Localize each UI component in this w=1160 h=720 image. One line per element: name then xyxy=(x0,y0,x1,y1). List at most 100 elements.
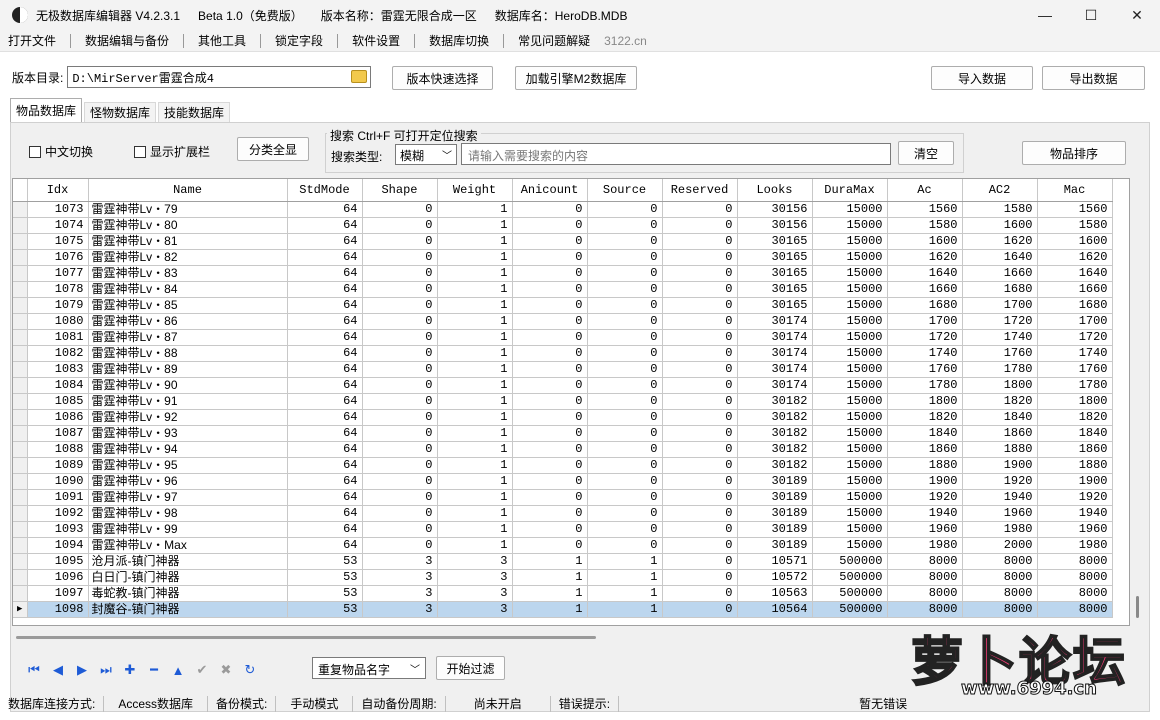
cell-source[interactable]: 0 xyxy=(587,425,663,442)
cell-duramax[interactable]: 15000 xyxy=(812,537,888,554)
cell-anicount[interactable]: 0 xyxy=(512,377,588,394)
cell-shape[interactable]: 3 xyxy=(362,553,438,570)
cell-ac2[interactable]: 8000 xyxy=(962,601,1038,618)
cell-duramax[interactable]: 500000 xyxy=(812,601,888,618)
row-indicator[interactable] xyxy=(13,425,28,442)
cell-idx[interactable]: 1084 xyxy=(27,377,89,394)
table-row[interactable]: 1092 雷霆神带Lv・98 64 0 1 0 0 0 30189 15000 1940 1960 19… xyxy=(13,505,1113,522)
cell-idx[interactable]: 1079 xyxy=(27,297,89,314)
table-row[interactable]: 1083 雷霆神带Lv・89 64 0 1 0 0 0 30174 15000 1760 1780 17… xyxy=(13,361,1113,378)
cell-shape[interactable]: 0 xyxy=(362,473,438,490)
col-header-duramax[interactable]: DuraMax xyxy=(812,179,888,202)
cell-looks[interactable]: 30165 xyxy=(737,297,813,314)
cell-looks[interactable]: 10563 xyxy=(737,585,813,602)
cell-stdmode[interactable]: 64 xyxy=(287,297,363,314)
table-row[interactable]: 1093 雷霆神带Lv・99 64 0 1 0 0 0 30189 15000 1960 1980 19… xyxy=(13,521,1113,538)
cell-weight[interactable]: 1 xyxy=(437,217,513,234)
cell-shape[interactable]: 0 xyxy=(362,521,438,538)
cell-mac[interactable]: 1740 xyxy=(1037,345,1113,362)
row-indicator[interactable] xyxy=(13,585,28,602)
cell-reserved[interactable]: 0 xyxy=(662,425,738,442)
cell-anicount[interactable]: 0 xyxy=(512,297,588,314)
cell-shape[interactable]: 3 xyxy=(362,585,438,602)
cell-idx[interactable]: 1076 xyxy=(27,249,89,266)
cell-idx[interactable]: 1080 xyxy=(27,313,89,330)
col-header-mac[interactable]: Mac xyxy=(1037,179,1113,202)
cell-ac[interactable]: 1880 xyxy=(887,457,963,474)
table-row[interactable]: 1076 雷霆神带Lv・82 64 0 1 0 0 0 30165 15000 1620 1640 16… xyxy=(13,249,1113,266)
cell-reserved[interactable]: 0 xyxy=(662,489,738,506)
cell-stdmode[interactable]: 64 xyxy=(287,457,363,474)
cell-stdmode[interactable]: 64 xyxy=(287,425,363,442)
cell-anicount[interactable]: 0 xyxy=(512,201,588,218)
cell-source[interactable]: 0 xyxy=(587,473,663,490)
cell-ac2[interactable]: 8000 xyxy=(962,553,1038,570)
cell-looks[interactable]: 30165 xyxy=(737,265,813,282)
cell-reserved[interactable]: 0 xyxy=(662,601,738,618)
table-row[interactable]: 1095 沧月派-镇门神器 53 3 3 1 1 0 10571 500000 8000 8000 80… xyxy=(13,553,1113,570)
cell-anicount[interactable]: 0 xyxy=(512,217,588,234)
cell-reserved[interactable]: 0 xyxy=(662,585,738,602)
cell-anicount[interactable]: 0 xyxy=(512,393,588,410)
cell-source[interactable]: 0 xyxy=(587,521,663,538)
cell-weight[interactable]: 1 xyxy=(437,249,513,266)
import-data-button[interactable]: 导入数据 xyxy=(931,66,1033,90)
version-dir-field[interactable]: D:\MirServer雷霆合成4 xyxy=(67,66,372,88)
cell-ac2[interactable]: 8000 xyxy=(962,585,1038,602)
cell-reserved[interactable]: 0 xyxy=(662,393,738,410)
cell-source[interactable]: 0 xyxy=(587,217,663,234)
cell-weight[interactable]: 1 xyxy=(437,521,513,538)
current-row-pointer-icon[interactable]: ▶ xyxy=(13,601,28,618)
cell-reserved[interactable]: 0 xyxy=(662,265,738,282)
cell-reserved[interactable]: 0 xyxy=(662,377,738,394)
cell-looks[interactable]: 30189 xyxy=(737,489,813,506)
duplicate-filter-select[interactable]: 重复物品名字 ﹀ xyxy=(312,657,426,679)
cell-ac[interactable]: 1940 xyxy=(887,505,963,522)
cell-looks[interactable]: 30174 xyxy=(737,345,813,362)
cell-name[interactable]: 雷霆神带Lv・93 xyxy=(88,425,288,442)
cell-weight[interactable]: 3 xyxy=(437,601,513,618)
cell-shape[interactable]: 0 xyxy=(362,281,438,298)
cell-idx[interactable]: 1073 xyxy=(27,201,89,218)
cell-name[interactable]: 雷霆神带Lv・86 xyxy=(88,313,288,330)
cell-duramax[interactable]: 15000 xyxy=(812,217,888,234)
cell-weight[interactable]: 1 xyxy=(437,361,513,378)
col-header-weight[interactable]: Weight xyxy=(437,179,513,202)
cell-name[interactable]: 雷霆神带Lv・89 xyxy=(88,361,288,378)
cell-looks[interactable]: 30182 xyxy=(737,409,813,426)
cell-weight[interactable]: 3 xyxy=(437,569,513,586)
cell-ac[interactable]: 1680 xyxy=(887,297,963,314)
cell-idx[interactable]: 1083 xyxy=(27,361,89,378)
cell-source[interactable]: 0 xyxy=(587,249,663,266)
cell-mac[interactable]: 1800 xyxy=(1037,393,1113,410)
cell-anicount[interactable]: 0 xyxy=(512,441,588,458)
cell-ac[interactable]: 1920 xyxy=(887,489,963,506)
cell-ac2[interactable]: 1820 xyxy=(962,393,1038,410)
cell-idx[interactable]: 1098 xyxy=(27,601,89,618)
cell-shape[interactable]: 3 xyxy=(362,569,438,586)
export-data-button[interactable]: 导出数据 xyxy=(1042,66,1145,90)
table-row[interactable]: 1079 雷霆神带Lv・85 64 0 1 0 0 0 30165 15000 1680 1700 16… xyxy=(13,297,1113,314)
cell-ac[interactable]: 1620 xyxy=(887,249,963,266)
cell-duramax[interactable]: 15000 xyxy=(812,521,888,538)
cell-duramax[interactable]: 15000 xyxy=(812,233,888,250)
cell-weight[interactable]: 1 xyxy=(437,537,513,554)
table-row[interactable]: 1097 毒蛇教-镇门神器 53 3 3 1 1 0 10563 500000 8000 8000 80… xyxy=(13,585,1113,602)
delete-record-icon[interactable]: ━ xyxy=(142,660,166,680)
search-input[interactable]: 请输入需要搜索的内容 xyxy=(461,143,891,165)
cell-name[interactable]: 封魔谷-镇门神器 xyxy=(88,601,288,618)
col-header-shape[interactable]: Shape xyxy=(362,179,438,202)
menu-db-switch[interactable]: 数据库切换 xyxy=(421,32,497,50)
cell-shape[interactable]: 0 xyxy=(362,233,438,250)
cell-mac[interactable]: 1720 xyxy=(1037,329,1113,346)
refresh-data-icon[interactable]: ↻ xyxy=(238,660,262,680)
cell-looks[interactable]: 30174 xyxy=(737,329,813,346)
cell-ac[interactable]: 8000 xyxy=(887,569,963,586)
cell-stdmode[interactable]: 64 xyxy=(287,281,363,298)
cell-idx[interactable]: 1088 xyxy=(27,441,89,458)
cell-stdmode[interactable]: 64 xyxy=(287,441,363,458)
cell-anicount[interactable]: 1 xyxy=(512,553,588,570)
cell-idx[interactable]: 1087 xyxy=(27,425,89,442)
cell-duramax[interactable]: 15000 xyxy=(812,409,888,426)
cell-source[interactable]: 0 xyxy=(587,537,663,554)
